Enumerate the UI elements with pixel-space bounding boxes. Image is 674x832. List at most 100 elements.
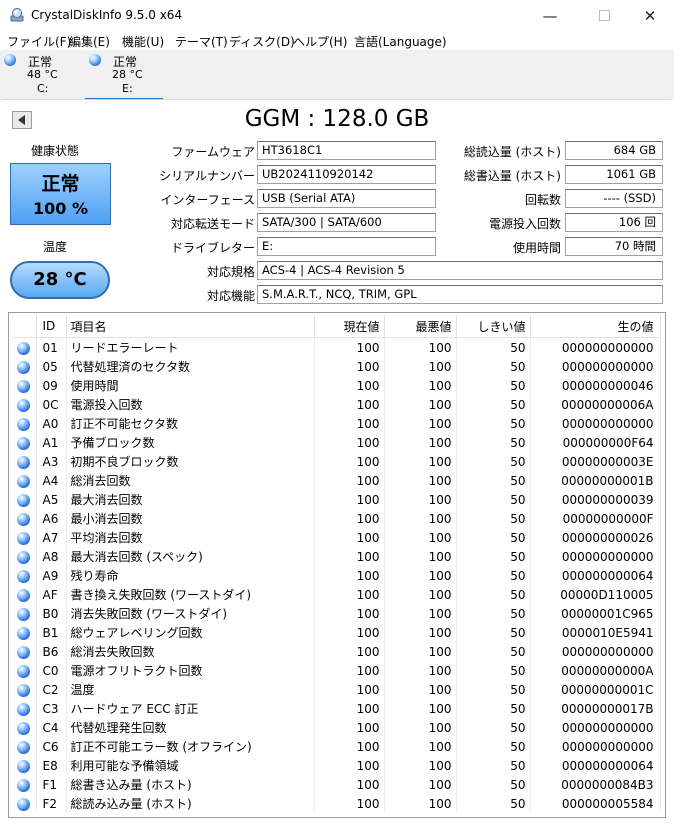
attribute-threshold: 50 [456,395,531,414]
table-row[interactable]: 0C 電源投入回数 100 100 50 00000000006A [12,395,661,414]
attribute-name: 電源投入回数 [66,395,315,414]
header-raw[interactable]: 生の値 [530,315,661,338]
attribute-status-icon [12,718,37,737]
health-good-icon [89,54,101,66]
attribute-worst: 100 [384,661,457,680]
attribute-threshold: 50 [456,699,531,718]
table-row[interactable]: B6 総消去失敗回数 100 100 50 000000000000 [12,642,661,661]
host-reads-value: 684 GB [565,141,663,160]
table-row[interactable]: A0 訂正不可能セクタ数 100 100 50 000000000000 [12,414,661,433]
attribute-threshold: 50 [456,566,531,585]
temperature-button[interactable]: 28 °C [10,261,110,299]
attribute-name: 最大消去回数 (スペック) [66,547,315,566]
maximize-icon[interactable] [590,6,618,26]
table-row[interactable]: 01 リードエラーレート 100 100 50 000000000000 [12,337,661,357]
attribute-threshold: 50 [456,414,531,433]
attribute-name: 総読み込み量 (ホスト) [66,794,315,813]
table-row[interactable]: A1 予備ブロック数 100 100 50 000000000F64 [12,433,661,452]
firmware-value: HT3618C1 [257,141,436,160]
header-worst[interactable]: 最悪値 [384,315,457,338]
attribute-worst: 100 [384,642,457,661]
table-row[interactable]: AF 書き換え失敗回数 (ワーストダイ) 100 100 50 00000D110005 [12,585,661,604]
drive-letter-label: ドライブレター [170,241,255,255]
health-status-button[interactable]: 正常 100 % [10,163,111,225]
attribute-status-icon [12,794,37,813]
attribute-current: 100 [314,623,385,642]
attribute-current: 100 [314,566,385,585]
smart-table-container[interactable]: ID 項目名 現在値 最悪値 しきい値 生の値 01 リードエラーレート 100 10… [8,312,666,818]
table-row[interactable]: 05 代替処理済のセクタ数 100 100 50 000000000000 [12,357,661,376]
table-row[interactable]: F2 総読み込み量 (ホスト) 100 100 50 000000005584 [12,794,661,813]
attribute-threshold: 50 [456,471,531,490]
attribute-current: 100 [314,528,385,547]
table-row[interactable]: A8 最大消去回数 (スペック) 100 100 50 000000000000 [12,547,661,566]
table-row[interactable]: 09 使用時間 100 100 50 000000000046 [12,376,661,395]
attribute-threshold: 50 [456,433,531,452]
table-row[interactable]: C3 ハードウェア ECC 訂正 100 100 50 00000000017B [12,699,661,718]
attribute-raw: 000000000000 [530,718,661,737]
table-row[interactable]: A5 最大消去回数 100 100 50 000000000039 [12,490,661,509]
attribute-id: 0C [36,395,67,414]
health-good-icon [17,379,31,393]
attribute-raw: 000000005584 [530,794,661,813]
table-row[interactable]: B1 総ウェアレベリング回数 100 100 50 0000010E5941 [12,623,661,642]
menu-disk[interactable]: ディスク(D) [229,33,295,50]
attribute-raw: 00000000000A [530,661,661,680]
menu-file[interactable]: ファイル(F) [7,33,71,50]
health-good-icon [17,512,31,526]
attribute-status-icon [12,471,37,490]
table-row[interactable]: B0 消去失敗回数 (ワーストダイ) 100 100 50 00000001C965 [12,604,661,623]
health-percent: 100 % [33,199,88,218]
menu-function[interactable]: 機能(U) [122,33,164,50]
menu-theme[interactable]: テーマ(T) [175,33,228,50]
table-row[interactable]: C4 代替処理発生回数 100 100 50 000000000000 [12,718,661,737]
attribute-worst: 100 [384,433,457,452]
table-row[interactable]: A6 最小消去回数 100 100 50 00000000000F [12,509,661,528]
attribute-status-icon [12,490,37,509]
disk-tab-c[interactable]: 正常 48 °C C: [0,50,78,98]
attribute-raw: 00000000000F [530,509,661,528]
attribute-status-icon [12,547,37,566]
minimize-icon[interactable]: — [536,6,564,26]
disk-drive-letter: C: [37,82,49,95]
menu-edit[interactable]: 編集(E) [69,33,110,50]
table-row[interactable]: E8 利用可能な予備領域 100 100 50 000000000064 [12,756,661,775]
standard-label: 対応規格 [206,265,255,279]
host-writes-value: 1061 GB [565,165,663,184]
header-id[interactable]: ID [36,315,67,338]
disk-tab-e[interactable]: 正常 28 °C E: [85,50,163,100]
disk-model-title: GGM : 128.0 GB [244,106,430,132]
attribute-status-icon [12,376,37,395]
table-row[interactable]: C2 温度 100 100 50 00000000001C [12,680,661,699]
table-row[interactable]: C0 電源オフリトラクト回数 100 100 50 00000000000A [12,661,661,680]
attribute-name: 残り寿命 [66,566,315,585]
interface-label: インターフェース [160,193,255,207]
attribute-threshold: 50 [456,642,531,661]
menu-help[interactable]: ヘルプ(H) [293,33,347,50]
close-icon[interactable]: ✕ [636,6,664,26]
attribute-worst: 100 [384,623,457,642]
attribute-current: 100 [314,395,385,414]
header-current[interactable]: 現在値 [314,315,385,338]
features-label: 対応機能 [206,289,255,303]
attribute-id: C0 [36,661,67,680]
serial-value: UB2024110920142 [257,165,436,184]
table-row[interactable]: A9 残り寿命 100 100 50 000000000064 [12,566,661,585]
menu-language[interactable]: 言語(Language) [354,33,447,50]
main-panel: GGM : 128.0 GB 健康状態 正常 100 % 温度 28 °C ファ… [3,99,671,830]
attribute-current: 100 [314,414,385,433]
attribute-status-icon [12,414,37,433]
attribute-raw: 000000000000 [530,737,661,756]
table-row[interactable]: A3 初期不良ブロック数 100 100 50 00000000003E [12,452,661,471]
header-name[interactable]: 項目名 [66,315,315,338]
attribute-threshold: 50 [456,718,531,737]
health-good-icon [17,759,31,773]
table-row[interactable]: C6 訂正不可能エラー数 (オフライン) 100 100 50 000000000000 [12,737,661,756]
table-row[interactable]: A4 総消去回数 100 100 50 00000000001B [12,471,661,490]
attribute-raw: 000000000046 [530,376,661,395]
table-row[interactable]: F1 総書き込み量 (ホスト) 100 100 50 0000000084B3 [12,775,661,794]
table-row[interactable]: A7 平均消去回数 100 100 50 000000000026 [12,528,661,547]
header-status[interactable] [12,315,37,338]
header-threshold[interactable]: しきい値 [456,315,531,338]
health-status-text: 正常 [41,173,80,195]
